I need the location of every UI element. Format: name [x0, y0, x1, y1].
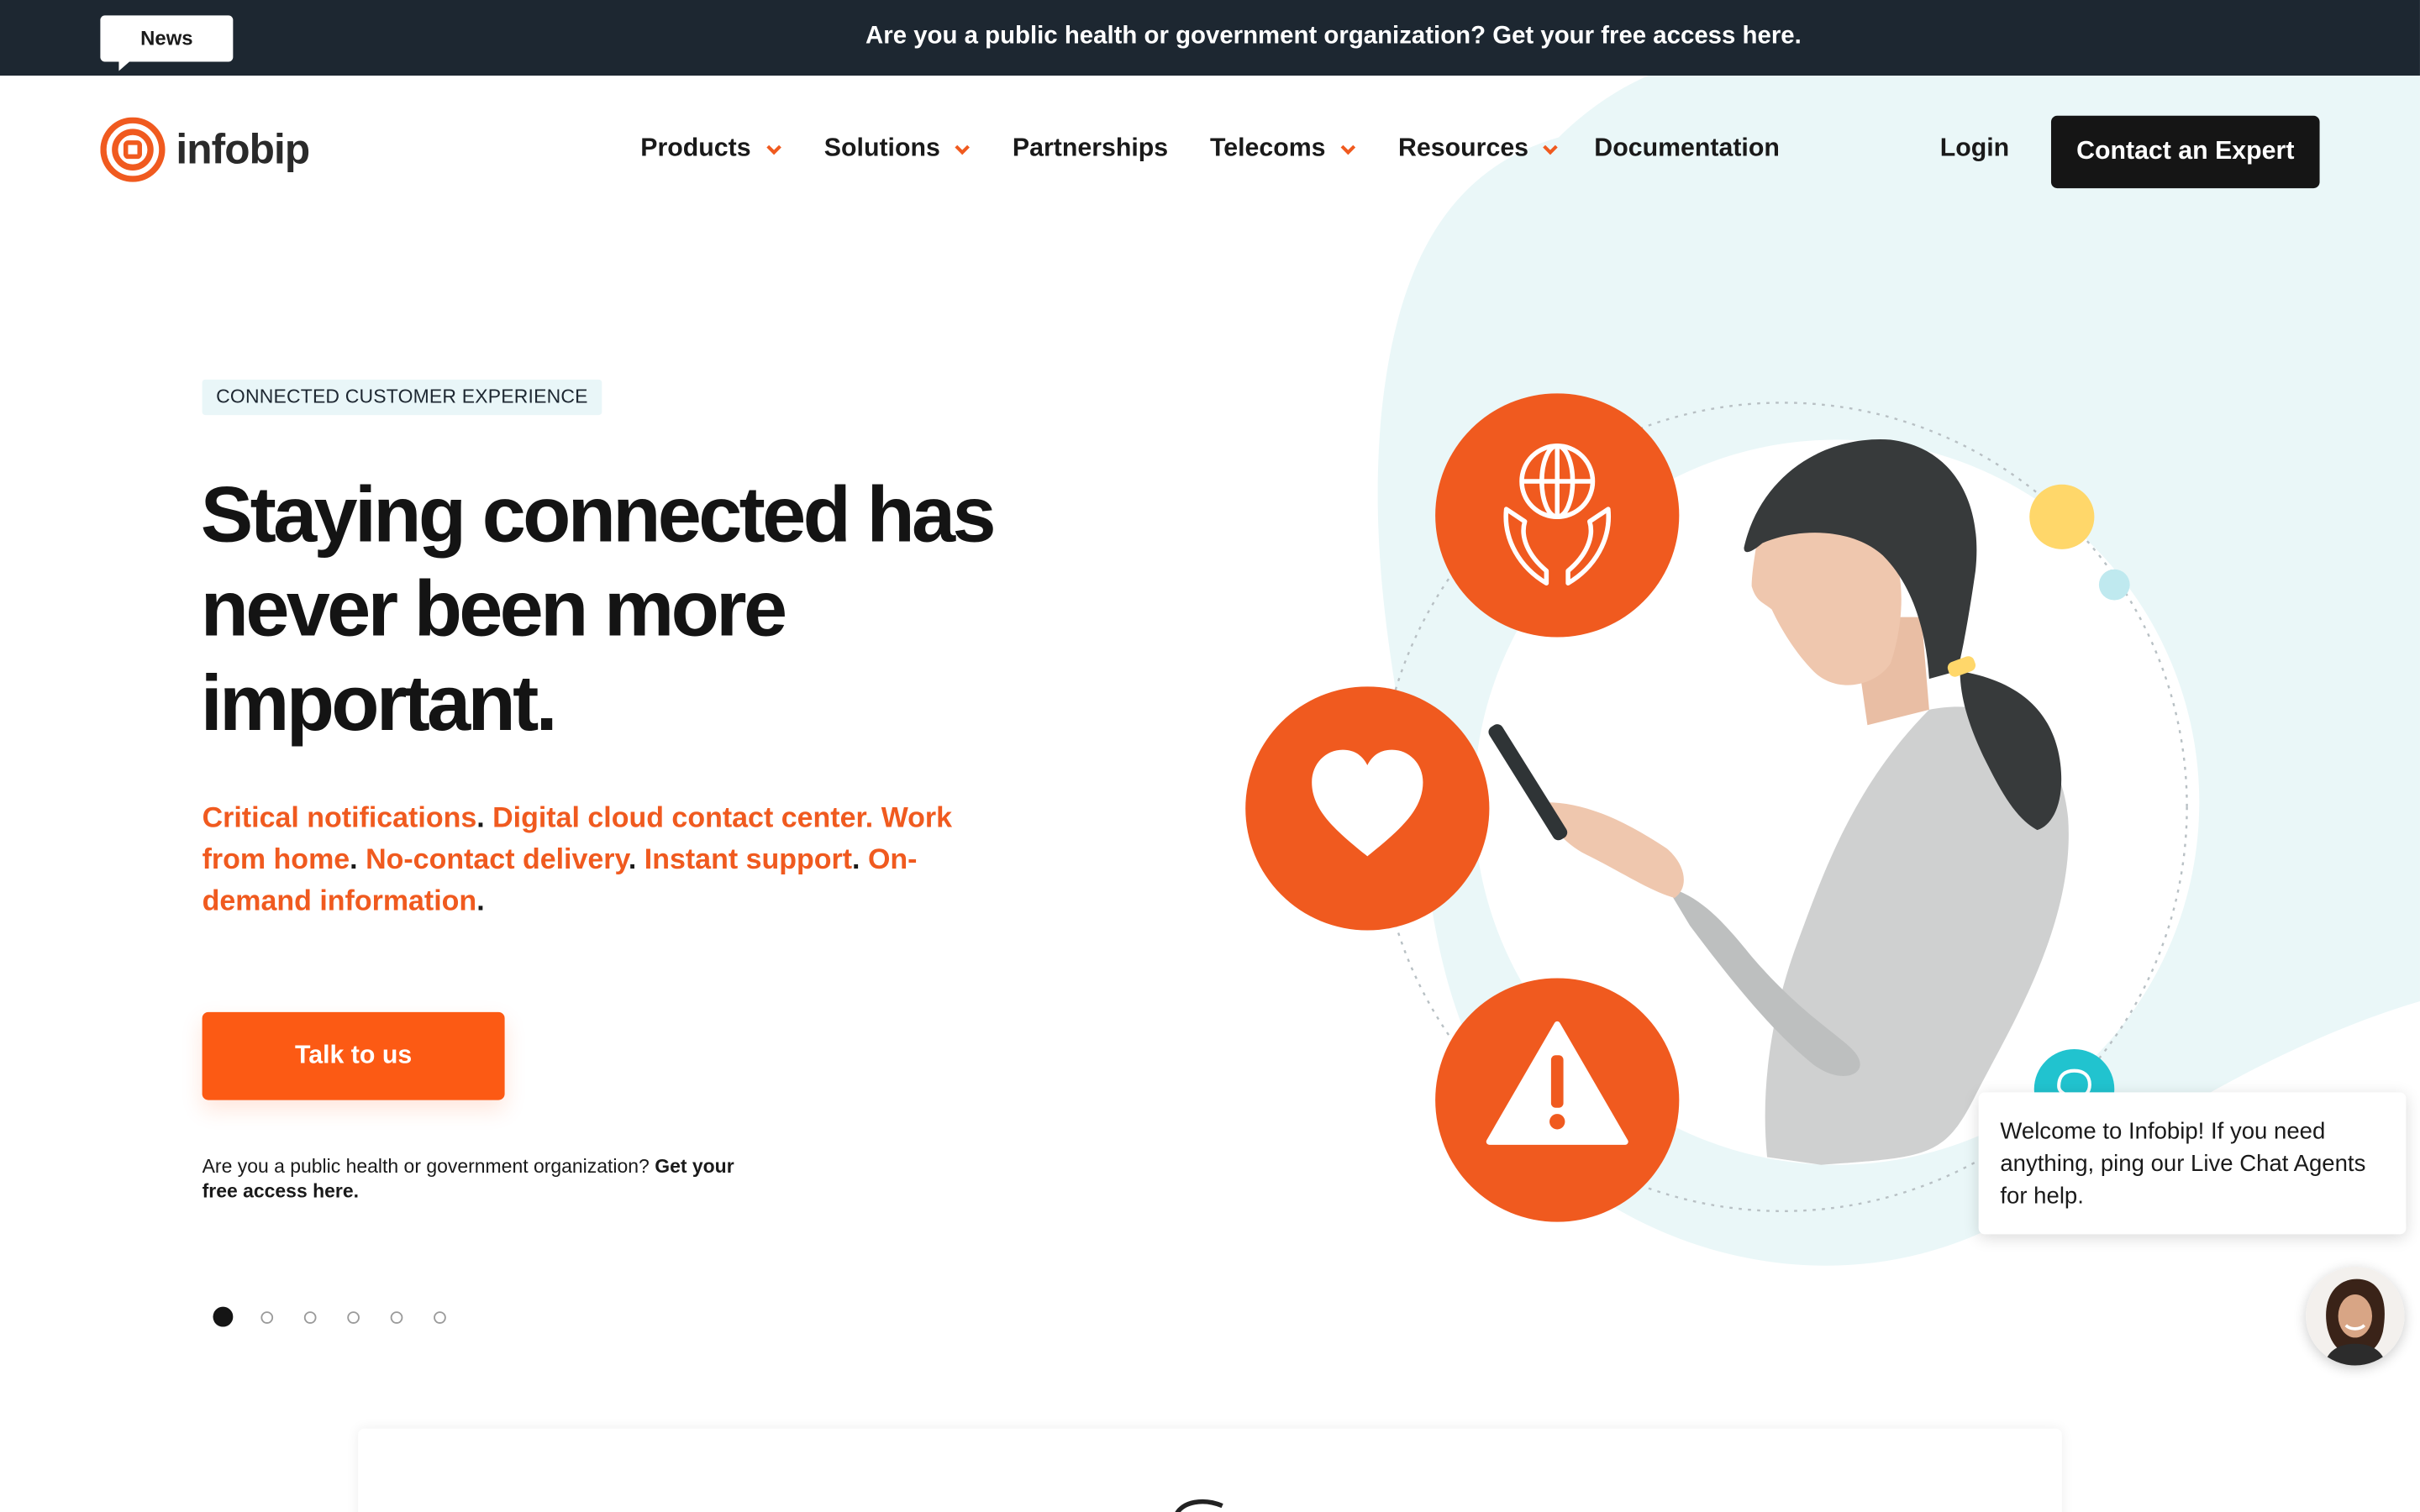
nav-resources[interactable]: Resources	[1398, 134, 1560, 164]
subline-part: Critical notifications	[202, 801, 477, 833]
carousel-dot[interactable]	[347, 1310, 360, 1323]
announcement-link[interactable]: Are you a public health or government or…	[0, 24, 2420, 51]
hero-subline: Critical notifications. Digital cloud co…	[203, 796, 1005, 921]
subline-separator: .	[476, 801, 485, 833]
nav-label: Resources	[1398, 134, 1529, 162]
carousel-dots	[213, 1306, 476, 1327]
nav-solutions[interactable]: Solutions	[824, 134, 971, 164]
carousel-dot[interactable]	[390, 1310, 403, 1323]
subline-part: Instant support	[644, 842, 853, 875]
subline-separator: .	[476, 884, 485, 916]
chevron-down-icon	[765, 144, 781, 155]
heart-icon	[1245, 686, 1490, 931]
hero-headline: Staying connected has never been more im…	[200, 470, 997, 747]
nav-label: Partnerships	[1012, 134, 1169, 162]
carousel-dot[interactable]	[434, 1310, 446, 1323]
partner-logo-icon	[1175, 1499, 1223, 1512]
subline-separator: .	[350, 842, 358, 875]
carousel-dot[interactable]	[303, 1310, 317, 1323]
contact-expert-button[interactable]: Contact an Expert	[2050, 115, 2320, 189]
page: News Are you a public health or governme…	[0, 0, 2420, 1512]
logo-text: infobip	[176, 125, 310, 172]
login-link[interactable]: Login	[1940, 134, 2009, 164]
infobip-logo-icon	[100, 117, 166, 182]
nav-products[interactable]: Products	[640, 134, 781, 164]
nav-label: Products	[640, 134, 751, 162]
chevron-down-icon	[955, 144, 971, 155]
nav-label: Documentation	[1594, 134, 1780, 162]
agent-avatar-icon	[2306, 1266, 2405, 1366]
globe-in-hands-icon	[1435, 393, 1680, 638]
nav-label: Telecoms	[1209, 134, 1326, 162]
note-text: Are you a public health or government or…	[202, 1155, 655, 1178]
nav-telecoms[interactable]: Telecoms	[1210, 134, 1356, 164]
live-chat-message[interactable]: Welcome to Infobip! If you need anything…	[1978, 1092, 2407, 1235]
chat-agent-avatar[interactable]	[2306, 1266, 2405, 1366]
announcement-bar: News Are you a public health or governme…	[0, 0, 2420, 76]
nav-partnerships[interactable]: Partnerships	[1013, 134, 1168, 164]
logo[interactable]: infobip	[100, 117, 310, 182]
carousel-dot[interactable]	[213, 1306, 234, 1327]
public-health-note: Are you a public health or government or…	[203, 1154, 743, 1204]
subline-separator: .	[628, 842, 637, 875]
nav-label: Solutions	[823, 134, 940, 162]
main-nav: infobip Products Solutions Partnerships …	[0, 76, 2420, 227]
chevron-down-icon	[1543, 144, 1559, 155]
hero-eyebrow: CONNECTED CUSTOMER EXPERIENCE	[202, 379, 602, 416]
logo-strip-card	[358, 1428, 2062, 1512]
nav-documentation[interactable]: Documentation	[1594, 134, 1780, 164]
warning-icon	[1435, 978, 1680, 1222]
talk-to-us-button[interactable]: Talk to us	[202, 1011, 505, 1100]
chevron-down-icon	[1340, 144, 1355, 155]
carousel-dot[interactable]	[260, 1310, 274, 1323]
subline-separator: .	[852, 842, 860, 875]
subline-part: No-contact delivery	[366, 842, 629, 875]
